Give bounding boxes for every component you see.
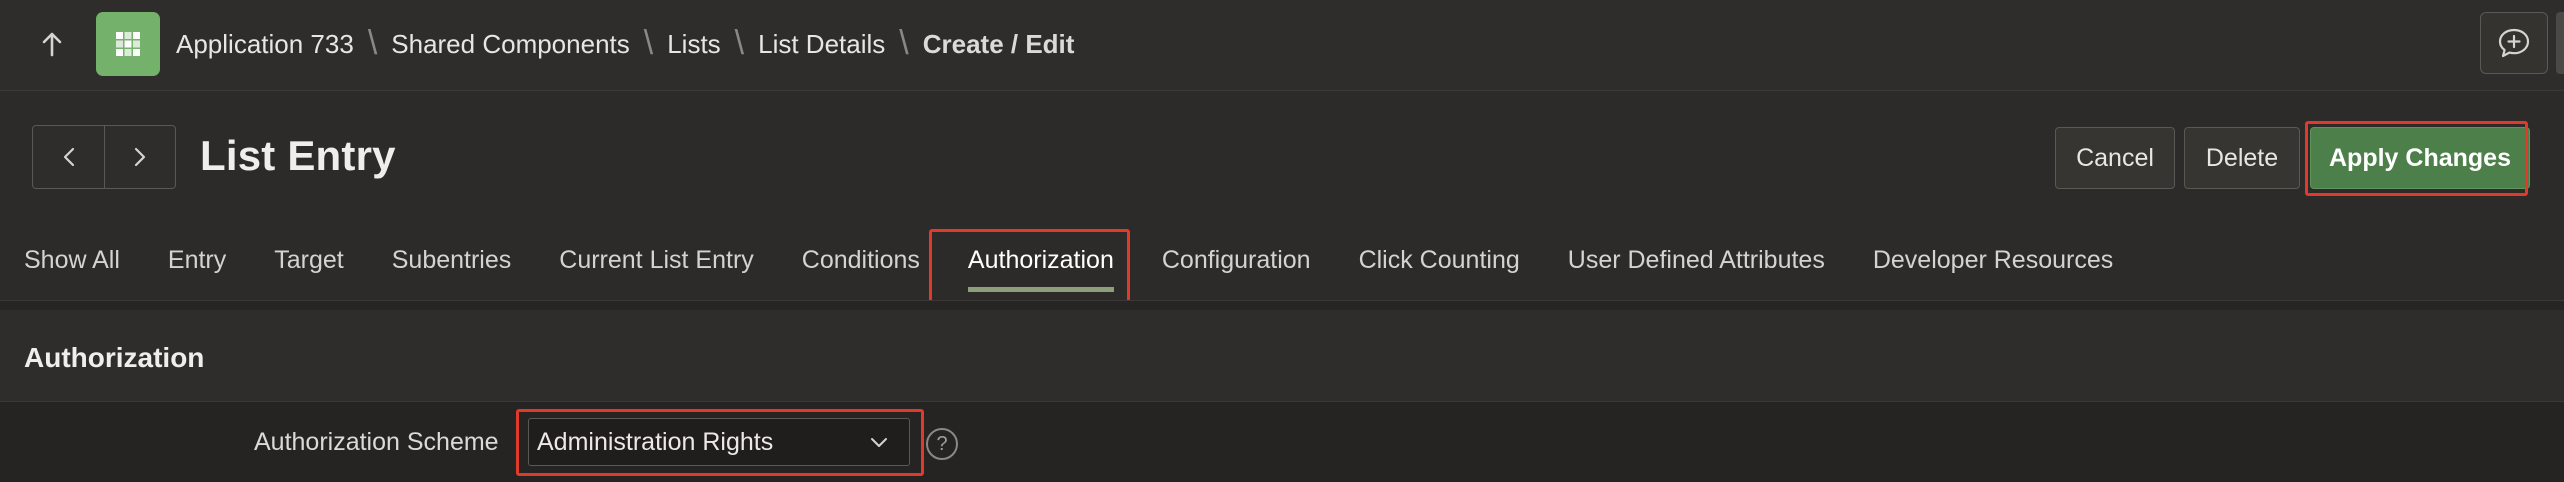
tab-current-list-entry[interactable]: Current List Entry <box>559 232 754 292</box>
breadcrumb-separator: \ <box>734 23 745 62</box>
breadcrumb: Application 733 \ Shared Components \ Li… <box>176 0 1074 88</box>
tabs-divider <box>0 300 2564 310</box>
help-button[interactable]: ? <box>926 428 958 460</box>
app-icon[interactable] <box>96 12 160 76</box>
apply-changes-button[interactable]: Apply Changes <box>2310 127 2530 189</box>
breadcrumb-separator: \ <box>899 23 909 62</box>
tab-conditions[interactable]: Conditions <box>802 232 920 292</box>
next-entry-button[interactable] <box>104 126 175 188</box>
chevron-down-icon <box>871 438 887 447</box>
tab-subentries[interactable]: Subentries <box>392 232 512 292</box>
tab-show-all[interactable]: Show All <box>24 232 120 292</box>
entry-navigation <box>32 125 176 189</box>
tab-click-counting[interactable]: Click Counting <box>1359 232 1520 292</box>
chevron-left-icon <box>63 147 74 167</box>
tab-configuration[interactable]: Configuration <box>1162 232 1311 292</box>
feedback-button[interactable] <box>2480 12 2548 74</box>
feedback-icon <box>2498 28 2530 58</box>
breadcrumb-item-list-details[interactable]: List Details <box>758 29 885 60</box>
tab-target[interactable]: Target <box>274 232 343 292</box>
tab-developer-resources[interactable]: Developer Resources <box>1873 232 2113 292</box>
breadcrumb-separator: \ <box>367 23 378 62</box>
region-body: Authorization Scheme Administration Righ… <box>0 402 2564 482</box>
navigate-up-button[interactable] <box>28 20 76 68</box>
region-title: Authorization <box>24 342 205 373</box>
delete-button[interactable]: Delete <box>2184 127 2300 189</box>
app-grid-icon <box>116 32 140 56</box>
breadcrumb-item-lists[interactable]: Lists <box>667 29 720 60</box>
previous-entry-button[interactable] <box>33 126 104 188</box>
region-header: Authorization <box>0 310 2564 402</box>
breadcrumb-separator: \ <box>643 23 654 62</box>
breadcrumb-item-application[interactable]: Application 733 <box>176 29 354 60</box>
authorization-scheme-value: Administration Rights <box>537 427 774 456</box>
breadcrumb-current: Create / Edit <box>922 28 1075 59</box>
tab-bar: Show All Entry Target Subentries Current… <box>0 232 2113 292</box>
arrow-up-icon <box>42 32 62 57</box>
toolbar-edge-button[interactable] <box>2556 12 2564 74</box>
tab-user-defined-attributes[interactable]: User Defined Attributes <box>1568 232 1825 292</box>
top-bar: Application 733 \ Shared Components \ Li… <box>0 0 2564 91</box>
chevron-right-icon <box>134 147 146 167</box>
breadcrumb-item-shared-components[interactable]: Shared Components <box>391 29 629 60</box>
tab-entry[interactable]: Entry <box>168 232 226 292</box>
tab-authorization[interactable]: Authorization <box>967 232 1114 292</box>
authorization-scheme-label: Authorization Scheme <box>254 428 499 456</box>
page-title: List Entry <box>200 132 396 179</box>
question-mark-icon: ? <box>936 432 948 455</box>
cancel-button[interactable]: Cancel <box>2055 127 2175 189</box>
authorization-scheme-select[interactable]: Administration Rights <box>528 418 910 466</box>
